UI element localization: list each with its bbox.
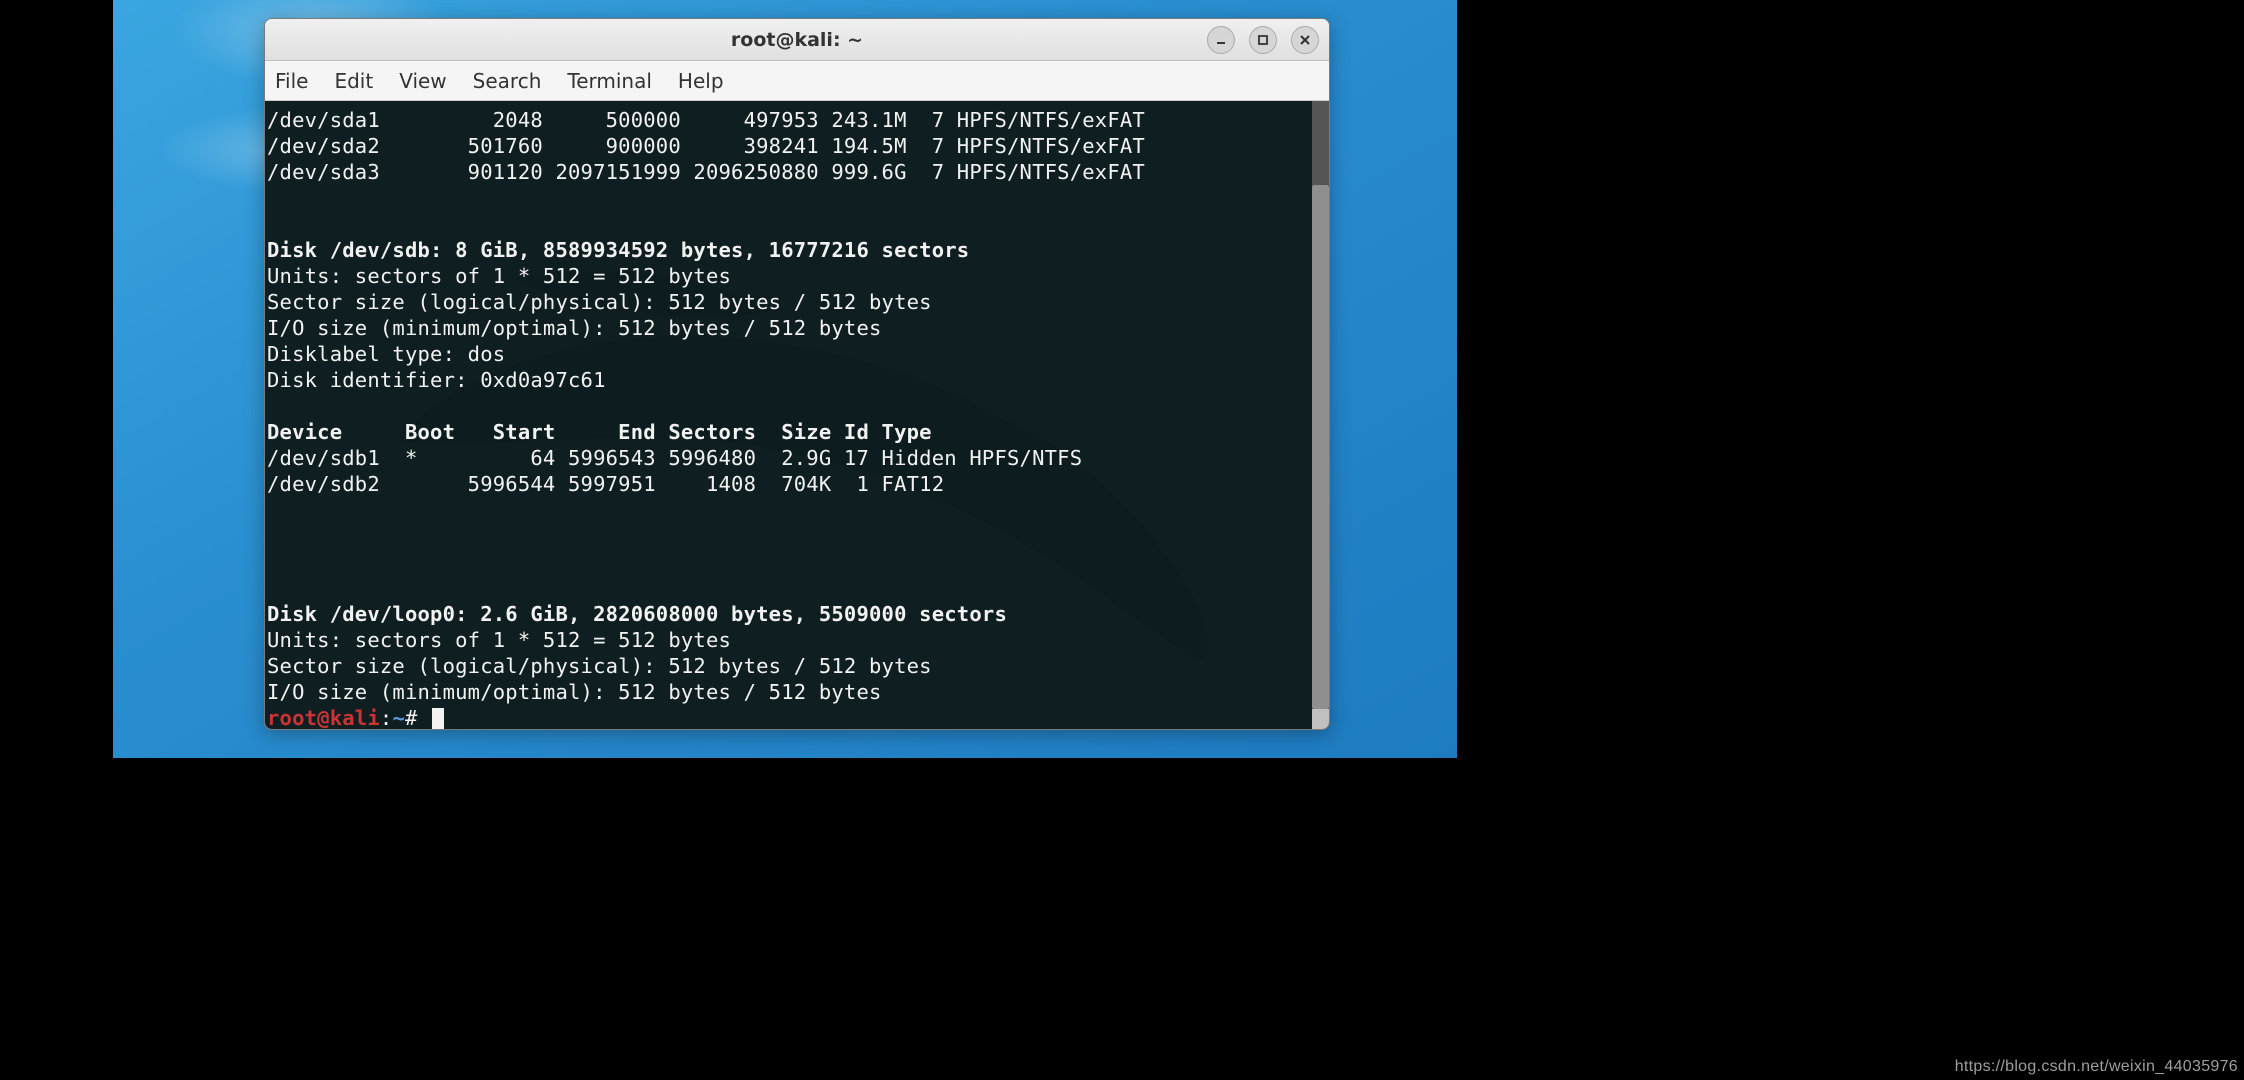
menu-help[interactable]: Help [678, 69, 724, 93]
terminal-output[interactable]: /dev/sda1 2048 500000 497953 243.1M 7 HP… [265, 101, 1312, 729]
watermark-url: https://blog.csdn.net/weixin_44035976 [1955, 1058, 2238, 1076]
menubar: File Edit View Search Terminal Help [265, 61, 1329, 101]
menu-file[interactable]: File [275, 69, 308, 93]
scrollbar-thumb[interactable] [1312, 185, 1329, 709]
scrollbar[interactable] [1312, 101, 1329, 729]
menu-terminal[interactable]: Terminal [567, 69, 652, 93]
terminal-window: root@kali: ~ File Edit View Search Termi… [264, 18, 1330, 730]
menu-edit[interactable]: Edit [334, 69, 373, 93]
menu-search[interactable]: Search [473, 69, 542, 93]
scrollbar-track [1312, 101, 1329, 185]
scrollbar-down-button[interactable] [1312, 709, 1329, 729]
close-button[interactable] [1291, 26, 1319, 54]
menu-view[interactable]: View [399, 69, 446, 93]
maximize-button[interactable] [1249, 26, 1277, 54]
terminal-body[interactable]: /dev/sda1 2048 500000 497953 243.1M 7 HP… [265, 101, 1329, 729]
window-titlebar[interactable]: root@kali: ~ [265, 19, 1329, 61]
window-title: root@kali: ~ [731, 29, 863, 51]
minimize-button[interactable] [1207, 26, 1235, 54]
window-controls [1207, 26, 1319, 54]
